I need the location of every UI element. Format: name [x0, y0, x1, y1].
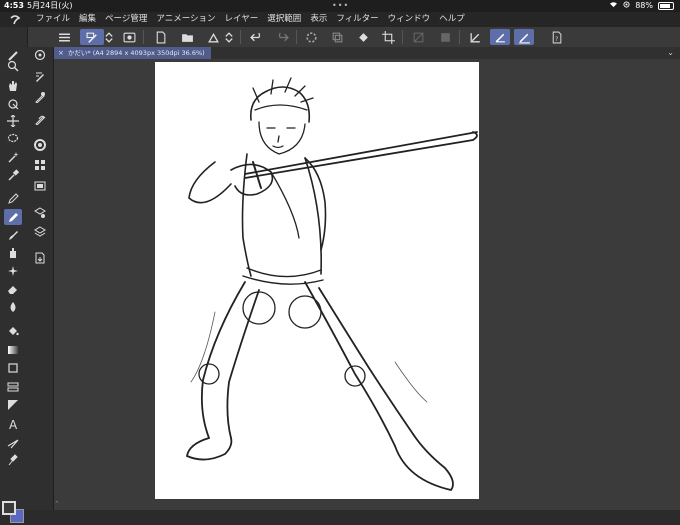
layers-icon[interactable]	[31, 224, 49, 240]
snap-grid-button[interactable]	[514, 29, 534, 45]
color-wheel-icon[interactable]	[31, 137, 49, 153]
canvas-page[interactable]	[155, 62, 479, 499]
battery-icon	[658, 2, 674, 10]
document-tab[interactable]: × かだい* (A4 2894 x 4093px 350dpi 36.6%)	[54, 47, 211, 59]
loading-spinner-icon[interactable]	[303, 29, 319, 45]
menu-items: ファイル 編集 ページ管理 アニメーション レイヤー 選択範囲 表示 フィルター…	[36, 12, 465, 27]
blend-icon[interactable]	[4, 299, 22, 315]
undo-icon[interactable]	[248, 29, 264, 45]
menu-filter[interactable]: フィルター	[336, 12, 378, 27]
ruler-snap-icon[interactable]	[467, 29, 483, 45]
correct-line-icon[interactable]	[4, 452, 22, 468]
gradient-icon[interactable]	[4, 342, 22, 358]
zoom-icon[interactable]	[4, 58, 22, 74]
brush-icon[interactable]	[4, 227, 22, 243]
balloon-icon[interactable]	[4, 435, 22, 451]
wifi-icon	[609, 0, 618, 12]
pencil-icon[interactable]	[4, 209, 22, 225]
separator	[459, 30, 460, 44]
menu-view[interactable]: 表示	[310, 12, 327, 27]
document-tab-label: かだい* (A4 2894 x 4093px 350dpi 36.6%)	[67, 49, 205, 57]
brush-shape-icon[interactable]	[31, 111, 49, 127]
lasso-icon[interactable]	[4, 131, 22, 147]
text-icon[interactable]: A	[4, 416, 22, 432]
hand-icon[interactable]	[4, 78, 22, 94]
snap-special-ruler-button[interactable]	[490, 29, 510, 45]
operation-icon[interactable]	[4, 96, 22, 112]
document-tab-bar: × かだい* (A4 2894 x 4093px 350dpi 36.6%) ⌄	[54, 47, 680, 59]
layer-property-icon[interactable]	[31, 205, 49, 221]
ios-status-bar: 4:53 5月24日(火) ••• 88%	[0, 0, 680, 12]
eyedropper-icon[interactable]	[4, 167, 22, 183]
battery-percent: 88%	[635, 1, 653, 10]
copy-layer-icon[interactable]	[329, 29, 345, 45]
expand-palette-icon[interactable]: ⌄	[667, 48, 674, 57]
cloud-upload-icon[interactable]	[205, 29, 221, 45]
separator	[296, 30, 297, 44]
material-icon[interactable]	[31, 250, 49, 266]
frame-border-icon[interactable]	[4, 379, 22, 395]
color-swatches[interactable]	[2, 499, 26, 525]
open-folder-icon[interactable]	[179, 29, 195, 45]
menu-edit[interactable]: 編集	[79, 12, 96, 27]
menu-help[interactable]: ヘルプ	[439, 12, 465, 27]
svg-text:A: A	[9, 418, 18, 430]
figure-icon[interactable]	[4, 360, 22, 376]
eraser-icon[interactable]	[4, 281, 22, 297]
new-file-icon[interactable]	[152, 29, 168, 45]
stepper-icon[interactable]	[104, 29, 114, 45]
menu-file[interactable]: ファイル	[36, 12, 70, 27]
separator	[402, 30, 403, 44]
separator	[143, 30, 144, 44]
menu-bar: ファイル 編集 ページ管理 アニメーション レイヤー 選択範囲 表示 フィルター…	[0, 12, 680, 27]
quick-access-icon[interactable]	[121, 29, 137, 45]
clear-transparency-icon[interactable]	[410, 29, 426, 45]
move-icon[interactable]	[4, 113, 22, 129]
zoom-target-icon[interactable]	[31, 47, 49, 63]
tool-palette: A	[0, 27, 28, 523]
help-icon[interactable]: ?	[548, 29, 564, 45]
color-set-icon[interactable]	[31, 157, 49, 173]
crop-icon[interactable]	[380, 29, 396, 45]
foreground-color-swatch[interactable]	[2, 501, 16, 515]
tool-property-icon[interactable]	[31, 68, 49, 84]
status-time: 4:53	[4, 1, 24, 10]
pen-icon[interactable]	[4, 190, 22, 206]
menu-animation[interactable]: アニメーション	[156, 12, 215, 27]
svg-text:?: ?	[554, 34, 557, 42]
command-bar: ?	[0, 27, 680, 48]
menu-page[interactable]: ページ管理	[105, 12, 147, 27]
redo-icon[interactable]	[274, 29, 290, 45]
status-date: 5月24日(火)	[27, 1, 73, 10]
airbrush-icon[interactable]	[4, 245, 22, 261]
multitask-dots[interactable]: •••	[332, 0, 349, 12]
tab-close-icon[interactable]: ×	[58, 49, 64, 57]
fill-bucket-icon[interactable]	[355, 29, 371, 45]
menu-window[interactable]: ウィンドウ	[388, 12, 431, 27]
app-logo-icon[interactable]	[9, 14, 21, 25]
menu-selection[interactable]: 選択範囲	[267, 12, 301, 27]
brush-size-icon[interactable]	[31, 89, 49, 105]
intermediate-color-icon[interactable]	[31, 178, 49, 194]
menu-layer[interactable]: レイヤー	[225, 12, 259, 27]
hamburger-menu-icon[interactable]	[56, 29, 72, 45]
separator	[240, 30, 241, 44]
tool-preset-button[interactable]	[80, 29, 104, 45]
magic-wand-icon[interactable]	[4, 149, 22, 165]
deselect-icon[interactable]	[437, 29, 453, 45]
sub-tool-palette	[27, 47, 54, 510]
stepper-icon[interactable]	[224, 29, 234, 45]
decoration-icon[interactable]	[4, 263, 22, 279]
bottom-expand-icon[interactable]: ⌃	[54, 500, 60, 508]
ruler-icon[interactable]	[4, 397, 22, 413]
orientation-lock-icon	[623, 0, 630, 12]
fill-icon[interactable]	[4, 323, 22, 339]
sketch-drawing	[185, 77, 478, 492]
canvas-area[interactable]	[54, 59, 680, 510]
